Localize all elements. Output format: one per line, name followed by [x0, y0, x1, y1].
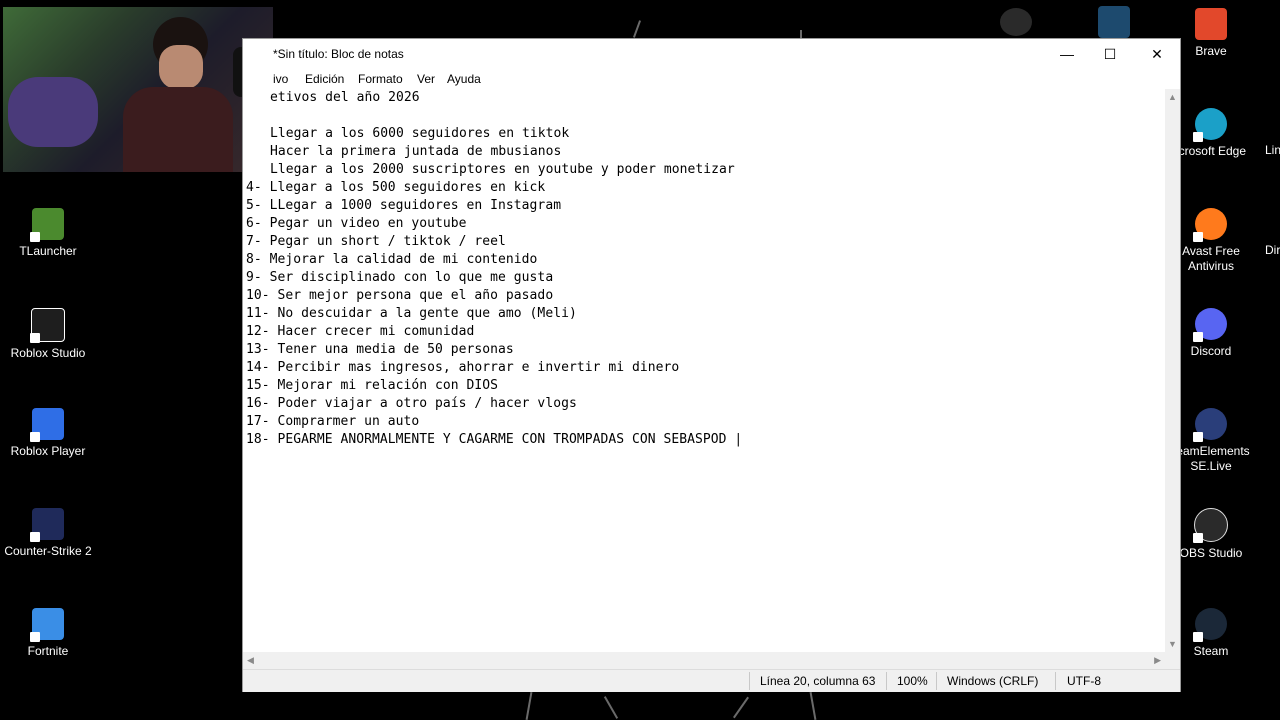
status-zoom: 100% — [897, 674, 928, 688]
text-line: 4- Llegar a los 500 seguidores en kick — [246, 180, 546, 195]
counter-strike-icon — [30, 508, 64, 542]
menu-formato[interactable]: Formato — [358, 72, 403, 86]
maximize-icon: ☐ — [1103, 45, 1117, 62]
text-line: 15- Mejorar mi relación con DIOS — [246, 378, 499, 393]
scroll-left-icon[interactable]: ◀ — [247, 655, 254, 666]
text-line: 14- Percibir mas ingresos, ahorrar e inv… — [246, 360, 680, 375]
wallpaper-streak — [603, 696, 619, 719]
text-line: 11- No descuidar a la gente que amo (Mel… — [246, 306, 577, 321]
discord-icon — [1193, 308, 1227, 342]
desktop-icon-roblox-player[interactable]: Roblox Player — [0, 408, 96, 459]
desktop-icon-label: Roblox Player — [10, 444, 86, 458]
desktop-icon-label: Roblox Studio — [10, 346, 86, 360]
menu-ver[interactable]: Ver — [417, 72, 435, 86]
text-line: 17- Comprarmer un auto — [246, 414, 420, 429]
vertical-scrollbar[interactable]: ▲ ▼ — [1165, 89, 1180, 652]
webcam-blanket — [8, 77, 98, 147]
status-separator — [749, 672, 750, 690]
status-bar: Línea 20, columna 63 100% Windows (CRLF)… — [243, 669, 1180, 692]
text-line: 12- Hacer crecer mi comunidad — [246, 324, 475, 339]
status-line-ending: Windows (CRLF) — [947, 674, 1039, 688]
menu-bar: ivo Edición Formato Ver Ayuda — [243, 69, 1180, 89]
text-line: Llegar a los 2000 suscriptores en youtub… — [270, 162, 735, 177]
text-line: Llegar a los 6000 seguidores en tiktok — [270, 126, 570, 141]
close-icon: ✕ — [1151, 45, 1163, 62]
text-line: 6- Pegar un video en youtube — [246, 216, 467, 231]
text-editor[interactable]: etivos del año 2026 Llegar a los 6000 se… — [243, 89, 1165, 652]
text-line: 7- Pegar un short / tiktok / reel — [246, 234, 506, 249]
streamelements-icon — [1193, 408, 1227, 442]
logitech-icon[interactable] — [1000, 8, 1032, 36]
desktop-icon-label: Fortnite — [27, 644, 69, 658]
webcam-person — [113, 17, 233, 172]
brave-icon — [1195, 8, 1227, 40]
menu-ayuda[interactable]: Ayuda — [447, 72, 481, 86]
roblox-player-icon — [30, 408, 64, 442]
desktop-icon-roblox-studio[interactable]: Roblox Studio — [0, 308, 96, 361]
fortnite-icon — [30, 608, 64, 642]
status-separator — [936, 672, 937, 690]
steam-icon — [1193, 608, 1227, 642]
app-icon-top[interactable] — [1098, 6, 1130, 38]
wallpaper-streak — [800, 30, 802, 39]
status-encoding: UTF-8 — [1067, 674, 1101, 688]
webcam-overlay — [3, 7, 273, 172]
window-title: *Sin título: Bloc de notas — [273, 47, 404, 61]
scroll-up-icon[interactable]: ▲ — [1168, 92, 1177, 102]
horizontal-scrollbar[interactable]: ◀ ▶ — [243, 652, 1165, 669]
scroll-right-icon[interactable]: ▶ — [1154, 655, 1161, 666]
text-line: etivos del año 2026 — [270, 90, 420, 105]
wallpaper-streak — [525, 692, 533, 720]
text-line: 8- Mejorar la calidad de mi contenido — [246, 252, 538, 267]
menu-edicion[interactable]: Edición — [305, 72, 344, 86]
minimize-icon: — — [1060, 46, 1074, 62]
text-line: 13- Tener una media de 50 personas — [246, 342, 514, 357]
desktop-icon-counter-strike[interactable]: Counter-Strike 2 — [0, 508, 96, 559]
maximize-button[interactable]: ☐ — [1087, 39, 1133, 69]
desktop-icon-fortnite[interactable]: Fortnite — [0, 608, 96, 659]
wallpaper-streak — [809, 692, 817, 720]
status-separator — [886, 672, 887, 690]
desktop-icon-label: Counter-Strike 2 — [4, 544, 92, 558]
text-line: 18- PEGARME ANORMALMENTE Y CAGARME CON T… — [246, 432, 743, 447]
avast-icon — [1193, 208, 1227, 242]
wallpaper-streak — [632, 20, 642, 38]
edge-icon — [1193, 108, 1227, 142]
minimize-button[interactable]: — — [1044, 39, 1090, 69]
tlauncher-icon — [30, 208, 64, 242]
scrollbar-corner — [1165, 652, 1180, 669]
status-position: Línea 20, columna 63 — [760, 674, 876, 688]
desktop-icon-label-partial[interactable]: Lin — [1265, 143, 1280, 157]
status-separator — [1055, 672, 1056, 690]
desktop-icon-label: TLauncher — [19, 244, 77, 258]
text-line: Hacer la primera juntada de mbusianos — [270, 144, 562, 159]
text-line: 9- Ser disciplinado con lo que me gusta — [246, 270, 554, 285]
text-line: 5- LLegar a 1000 seguidores en Instagram — [246, 198, 562, 213]
obs-icon — [1193, 508, 1228, 543]
close-button[interactable]: ✕ — [1134, 39, 1180, 69]
text-line: 16- Poder viajar a otro país / hacer vlo… — [246, 396, 577, 411]
wallpaper-streak — [733, 696, 749, 719]
menu-archivo[interactable]: ivo — [273, 72, 288, 86]
notepad-window: *Sin título: Bloc de notas — ☐ ✕ ivo Edi… — [243, 39, 1180, 692]
desktop-icon-tlauncher[interactable]: TLauncher — [0, 208, 96, 259]
title-bar[interactable]: *Sin título: Bloc de notas — ☐ ✕ — [243, 39, 1180, 69]
desktop-icon-label-partial[interactable]: Dir — [1265, 243, 1280, 257]
text-line: 10- Ser mejor persona que el año pasado — [246, 288, 554, 303]
scroll-down-icon[interactable]: ▼ — [1168, 639, 1177, 649]
roblox-studio-icon — [30, 308, 65, 343]
